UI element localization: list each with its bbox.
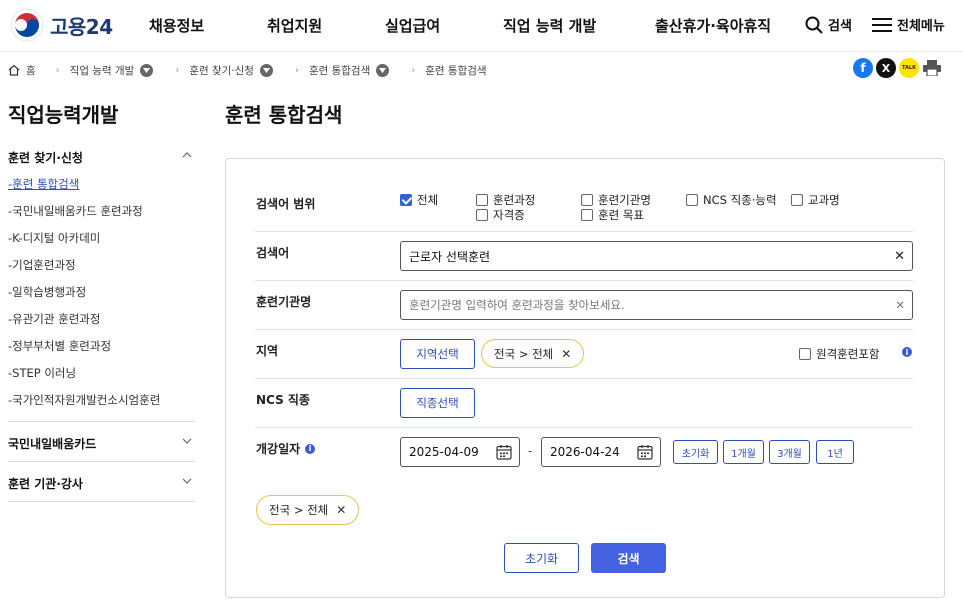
print-icon[interactable]: [922, 58, 942, 78]
dropdown-icon[interactable]: [259, 63, 273, 77]
divider: [8, 461, 195, 462]
divider: [255, 280, 913, 281]
breadcrumb: 홈 › 직업 능력 개발 › 훈련 찾기·신청 › 훈련 통합검색 › 훈련 통…: [8, 60, 487, 80]
facebook-icon[interactable]: f: [853, 58, 873, 78]
sidebar-item-consortium[interactable]: -국가인적자원개발컨소시엄훈련: [8, 392, 160, 408]
search-button[interactable]: 검색: [591, 543, 666, 573]
sidebar-title: 직업능력개발: [8, 103, 119, 127]
calendar-icon[interactable]: [496, 444, 512, 460]
chevron-up-icon: [182, 152, 192, 158]
info-icon[interactable]: i: [902, 347, 912, 357]
divider: [255, 427, 913, 428]
sidebar-item-affiliated[interactable]: -유관기관 훈련과정: [8, 311, 100, 327]
scope-ncs-checkbox[interactable]: NCS 직종·능력: [686, 192, 777, 208]
breadcrumb-item-4: 훈련 통합검색: [425, 64, 487, 77]
kakaotalk-icon[interactable]: TALK: [899, 58, 919, 78]
end-date-input[interactable]: 2026-04-24: [541, 437, 661, 467]
scope-license-checkbox[interactable]: 자격증: [476, 207, 525, 223]
dropdown-icon[interactable]: [140, 63, 154, 77]
sidebar-item-ministry[interactable]: -정부부처별 훈련과정: [8, 338, 111, 354]
sidebar-section-find-training[interactable]: 훈련 찾기·신청: [8, 149, 195, 166]
divider: [255, 378, 913, 379]
ncs-select-button[interactable]: 직종선택: [400, 388, 475, 418]
start-date-input[interactable]: 2025-04-09: [400, 437, 520, 467]
sidebar-section-card[interactable]: 국민내일배움카드: [8, 435, 195, 452]
sidebar-item-k-digital[interactable]: -K-디지털 아카데미: [8, 230, 100, 246]
date-separator: -: [528, 444, 533, 458]
keyword-label: 검색어: [256, 246, 290, 260]
region-label: 지역: [256, 344, 279, 358]
close-icon[interactable]: ✕: [336, 503, 346, 517]
taegeuk-logo-icon: [10, 8, 44, 42]
keyword-input[interactable]: 근로자 선택훈련 ✕: [400, 241, 913, 271]
page-title: 훈련 통합검색: [225, 103, 343, 127]
share-bar: f X TALK: [853, 58, 942, 78]
divider: [8, 501, 195, 502]
nav-parental-leave[interactable]: 출산휴가·육아휴직: [655, 15, 771, 36]
nav-jobs[interactable]: 채용정보: [149, 15, 204, 36]
home-icon: [8, 64, 20, 76]
date-1month-button[interactable]: 1개월: [723, 440, 764, 464]
logo-text: 고용24: [50, 14, 113, 39]
chevron-down-icon: [182, 478, 192, 484]
date-reset-button[interactable]: 초기화: [673, 440, 718, 464]
divider: [255, 329, 913, 330]
region-select-button[interactable]: 지역선택: [400, 339, 475, 369]
selected-filter-chip: 전국 > 전체 ✕: [256, 495, 360, 525]
sidebar-item-work-study[interactable]: -일학습병행과정: [8, 284, 86, 300]
nav-employment-support[interactable]: 취업지원: [267, 15, 322, 36]
sidebar-section-institution[interactable]: 훈련 기관·강사: [8, 475, 195, 492]
sidebar-item-enterprise[interactable]: -기업훈련과정: [8, 257, 76, 273]
chevron-right-icon: ›: [294, 64, 299, 76]
search-label: 검색: [828, 19, 852, 34]
breadcrumb-home[interactable]: 홈: [8, 63, 36, 78]
ncs-label: NCS 직종: [256, 393, 310, 407]
hamburger-icon: [872, 17, 892, 32]
x-icon[interactable]: X: [876, 58, 896, 78]
chevron-down-icon: [182, 438, 192, 444]
chevron-right-icon: ›: [411, 64, 416, 76]
scope-goal-checkbox[interactable]: 훈련 목표: [581, 207, 644, 223]
date-label-group: 개강일자 i: [256, 440, 316, 457]
nav-unemployment-benefit[interactable]: 실업급여: [385, 15, 440, 36]
institution-label: 훈련기관명: [256, 295, 312, 309]
site-header: 고용24 채용정보 취업지원 실업급여 직업 능력 개발 출산휴가·육아휴직 검…: [0, 0, 963, 52]
sidebar-item-step-elearning[interactable]: -STEP 이러닝: [8, 365, 76, 381]
scope-course-checkbox[interactable]: 훈련과정: [476, 192, 535, 208]
site-logo[interactable]: 고용24: [10, 8, 113, 42]
divider: [8, 421, 195, 422]
chevron-right-icon: ›: [175, 64, 180, 76]
breadcrumb-item-3[interactable]: 훈련 통합검색: [309, 63, 390, 78]
search-icon: [805, 16, 823, 34]
reset-button[interactable]: 초기화: [504, 543, 579, 573]
remote-training-checkbox[interactable]: 원격훈련포함: [799, 346, 879, 362]
date-3months-button[interactable]: 3개월: [769, 440, 810, 464]
all-menu-button[interactable]: 전체메뉴: [872, 15, 945, 34]
breadcrumb-item-1[interactable]: 직업 능력 개발: [70, 63, 154, 78]
sidebar-item-card-courses[interactable]: -국민내일배움카드 훈련과정: [8, 203, 143, 219]
breadcrumb-item-2[interactable]: 훈련 찾기·신청: [189, 63, 273, 78]
all-menu-label: 전체메뉴: [897, 19, 945, 34]
scope-label: 검색어 범위: [256, 197, 316, 211]
date-1year-button[interactable]: 1년: [816, 440, 854, 464]
chevron-right-icon: ›: [55, 64, 60, 76]
scope-all-checkbox[interactable]: 전체: [400, 192, 438, 208]
dropdown-icon[interactable]: [376, 63, 390, 77]
info-icon[interactable]: i: [305, 443, 316, 454]
scope-subject-checkbox[interactable]: 교과명: [791, 192, 840, 208]
scope-institution-checkbox[interactable]: 훈련기관명: [581, 192, 651, 208]
calendar-icon[interactable]: [637, 444, 653, 460]
clear-icon[interactable]: ✕: [895, 298, 905, 312]
close-icon[interactable]: ✕: [561, 347, 571, 361]
institution-input[interactable]: 훈련기관명 입력하여 훈련과정을 찾아보세요. ✕: [400, 290, 913, 320]
header-search-button[interactable]: 검색: [805, 15, 852, 34]
clear-icon[interactable]: ✕: [894, 249, 905, 264]
divider: [255, 231, 913, 232]
nav-vocational-training[interactable]: 직업 능력 개발: [503, 15, 596, 36]
sidebar-item-integrated-search[interactable]: -훈련 통합검색: [8, 176, 79, 192]
region-chip: 전국 > 전체 ✕: [481, 339, 585, 368]
checkbox-checked-icon: [400, 194, 412, 206]
